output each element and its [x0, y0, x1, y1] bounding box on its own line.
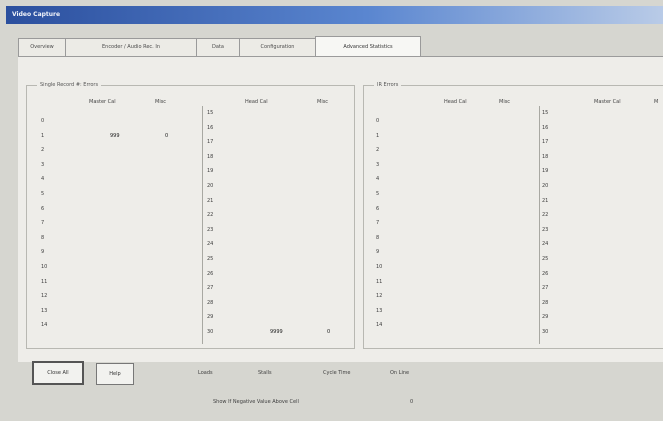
row-index-b: 25 — [207, 256, 214, 262]
row-index-a: 0 — [41, 118, 45, 124]
row-index-b: 27 — [207, 285, 214, 292]
row-index-a: 7 — [41, 220, 45, 227]
row-index-a: 8 — [376, 234, 380, 241]
row-index-a: 4 — [376, 176, 380, 183]
left-errors-group: Single Record #: Errors Master Cal Misc … — [26, 82, 355, 349]
row-index-a: 7 — [376, 220, 380, 227]
row-index-a: 8 — [41, 234, 45, 241]
row-index-a: 13 — [41, 307, 48, 314]
row-index-a: 10 — [41, 264, 48, 270]
row-index-b: 19 — [207, 168, 214, 175]
row-index-b: 30 — [542, 329, 549, 335]
row-index-b: 23 — [542, 226, 549, 233]
window-title: Video Capture — [12, 11, 61, 18]
row-index-b: 20 — [207, 183, 214, 189]
row-index-b: 30 — [207, 329, 214, 335]
right-errors-group: IR Errors Head Cal Misc Master Cal M 012… — [363, 82, 663, 349]
row-index-b: 25 — [542, 256, 549, 262]
row-index-a: 6 — [376, 205, 380, 212]
row-index-a: 12 — [41, 293, 48, 300]
row-index-b: 15 — [542, 110, 549, 116]
row-index-b: 16 — [542, 124, 549, 131]
tab-encoder[interactable]: Encoder / Audio Rec. In — [65, 38, 197, 56]
row-index-b: 16 — [207, 124, 214, 131]
row-index-b: 21 — [542, 197, 549, 204]
master-cal-value: 999 — [110, 132, 120, 139]
help-button[interactable]: Help — [96, 363, 134, 385]
row-index-b: 20 — [542, 183, 549, 189]
right-rows: 0 1 2 3 4 5 6 7 8 9 10 11 12 13 14 15 16 17 18 19 20 21 22 23 24… — [364, 86, 663, 348]
row-index-a: 11 — [41, 278, 48, 285]
row-index-b: 18 — [207, 153, 214, 160]
row-index-a: 2 — [376, 147, 380, 154]
row-index-b: 27 — [542, 285, 549, 292]
tab-advanced-statistics[interactable]: Advanced Statistics — [315, 36, 421, 57]
row-index-b: 29 — [207, 314, 214, 321]
bottom-value: 0 — [410, 399, 414, 405]
row-index-b: 28 — [542, 299, 549, 306]
row-index-a: 2 — [41, 147, 45, 154]
row-index-a: 6 — [41, 205, 45, 212]
tab-data[interactable]: Data — [196, 38, 240, 56]
head-cal-value: 9999 — [270, 329, 283, 335]
row-index-b: 17 — [542, 139, 549, 146]
row-index-a: 3 — [376, 161, 380, 168]
row-index-b: 26 — [207, 270, 214, 277]
row-index-b: 23 — [207, 226, 214, 233]
row-index-a: 3 — [41, 161, 45, 168]
row-index-a: 10 — [376, 264, 383, 270]
row-index-a: 14 — [41, 322, 48, 329]
row-index-b: 29 — [542, 314, 549, 321]
row-index-b: 28 — [207, 299, 214, 306]
status-stalls: Stalls — [258, 370, 272, 376]
close-all-button[interactable]: Close All — [32, 361, 84, 385]
status-loads: Loads — [198, 370, 213, 376]
status-on-line: On Line — [390, 370, 410, 376]
row-index-b: 18 — [542, 153, 549, 160]
title-bar: Video Capture — [6, 6, 663, 24]
misc-value-2: 0 — [327, 329, 331, 335]
tab-configuration[interactable]: Configuration — [239, 38, 316, 56]
row-index-a: 13 — [376, 307, 383, 314]
row-index-a: 12 — [376, 293, 383, 300]
row-index-b: 22 — [542, 212, 549, 219]
row-index-a: 11 — [376, 278, 383, 285]
row-index-a: 9 — [41, 249, 45, 256]
row-index-a: 1 — [376, 132, 380, 139]
tab-overview[interactable]: Overview — [18, 38, 66, 56]
bottom-label: Show If Negative Value Above Cell — [213, 399, 299, 405]
app-window: Video Capture Overview Encoder / Audio R… — [0, 0, 663, 421]
row-index-a: 4 — [41, 176, 45, 183]
row-index-a: 14 — [376, 322, 383, 329]
row-index-a: 9 — [376, 249, 380, 256]
row-index-b: 17 — [207, 139, 214, 146]
tab-panel: Single Record #: Errors Master Cal Misc … — [18, 56, 663, 405]
row-index-b: 26 — [542, 270, 549, 277]
row-index-a: 1 — [41, 132, 45, 139]
misc-value: 0 — [165, 132, 169, 139]
row-index-b: 21 — [207, 197, 214, 204]
status-cycle-time: Cycle Time — [323, 370, 351, 376]
left-rows: 0 1 2 3 4 5 6 7 8 9 10 11 12 13 14 15 16 17 18 19 20 21 22 23 24… — [27, 86, 354, 348]
row-index-a: 5 — [376, 191, 380, 197]
row-index-b: 24 — [207, 241, 214, 248]
row-index-b: 22 — [207, 212, 214, 219]
row-index-b: 15 — [207, 110, 214, 116]
row-index-a: 5 — [41, 191, 45, 197]
row-index-a: 0 — [376, 118, 380, 124]
row-index-b: 24 — [542, 241, 549, 248]
row-index-b: 19 — [542, 168, 549, 175]
